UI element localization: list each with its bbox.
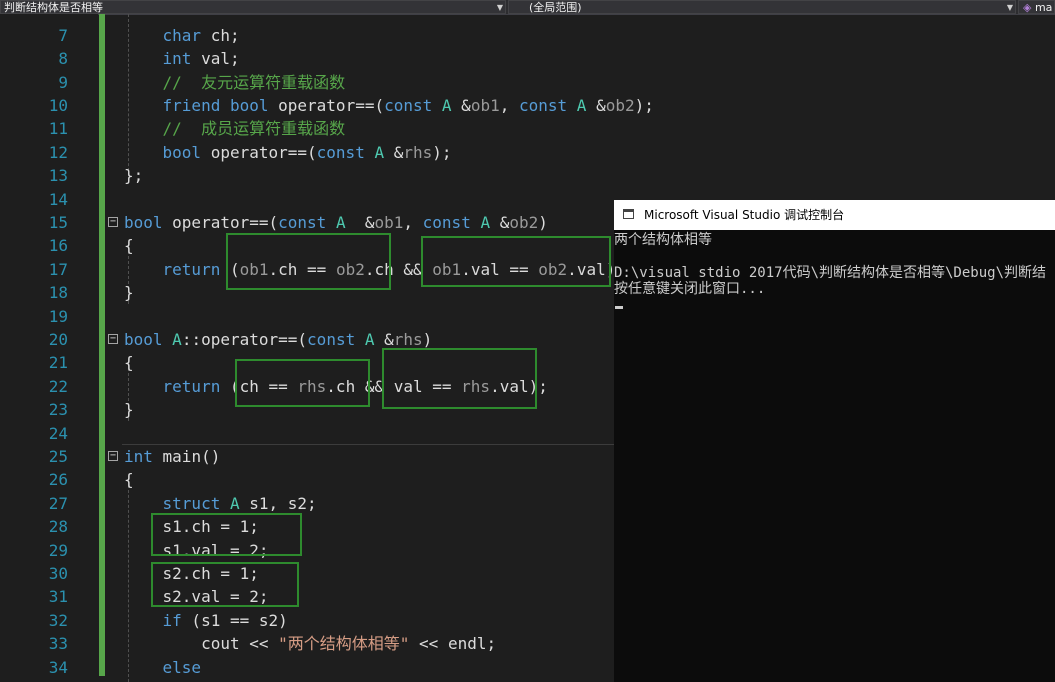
file-scope-label: 判断结构体是否相等 <box>4 1 103 14</box>
file-scope-dropdown[interactable]: 判断结构体是否相等 ▼ <box>0 0 506 14</box>
code-line: cout << "两个结构体相等" << endl; <box>124 634 497 653</box>
code-line: { <box>124 236 134 255</box>
code-line: // 成员运算符重载函数 <box>162 119 346 138</box>
code-line: if (s1 == s2) <box>162 611 288 630</box>
code-line: // 友元运算符重载函数 <box>162 73 346 92</box>
code-line: int val; <box>162 49 240 68</box>
member-dropdown[interactable]: ◈ ma <box>1018 0 1055 14</box>
annotation-box <box>151 562 299 607</box>
annotation-box <box>235 359 370 407</box>
chevron-down-icon[interactable]: ▼ <box>1007 1 1013 13</box>
console-app-icon <box>623 209 634 219</box>
console-output-line: 按任意键关闭此窗口... <box>614 281 766 297</box>
global-scope-label: (全局范围) <box>529 1 582 14</box>
code-line: int main() <box>124 447 221 466</box>
navigation-bar: 判断结构体是否相等 ▼ (全局范围) ▼ ◈ ma <box>0 0 1055 15</box>
code-line: } <box>124 400 134 419</box>
member-label: ma <box>1034 1 1053 14</box>
code-line: friend bool operator==(const A &ob1, con… <box>162 96 654 115</box>
code-line: char ch; <box>162 26 240 45</box>
annotation-box <box>421 236 611 287</box>
collapse-toggle-icon[interactable]: − <box>108 334 118 344</box>
code-line: else <box>162 658 202 677</box>
console-title-bar[interactable]: Microsoft Visual Studio 调试控制台 <box>614 200 1055 230</box>
collapse-toggle-icon[interactable]: − <box>108 217 118 227</box>
code-line: struct A s1, s2; <box>162 494 317 513</box>
code-line: bool operator==(const A &ob1, const A &o… <box>124 213 548 232</box>
annotation-box <box>226 233 391 290</box>
member-icon: ◈ <box>1023 1 1032 14</box>
console-title: Microsoft Visual Studio 调试控制台 <box>644 208 845 222</box>
debug-console-window[interactable]: Microsoft Visual Studio 调试控制台 两个结构体相等 D:… <box>614 200 1055 682</box>
code-line: }; <box>124 166 144 185</box>
annotation-box <box>382 348 537 409</box>
code-line: { <box>124 353 134 372</box>
code-line: { <box>124 470 134 489</box>
console-cursor <box>615 306 623 309</box>
annotation-box <box>151 513 302 556</box>
global-scope-dropdown[interactable]: (全局范围) ▼ <box>508 0 1016 14</box>
code-line: bool operator==(const A &rhs); <box>162 143 452 162</box>
chevron-down-icon[interactable]: ▼ <box>497 1 503 13</box>
code-line: } <box>124 283 134 302</box>
collapse-toggle-icon[interactable]: − <box>108 451 118 461</box>
console-output-line: 两个结构体相等 <box>614 232 712 248</box>
